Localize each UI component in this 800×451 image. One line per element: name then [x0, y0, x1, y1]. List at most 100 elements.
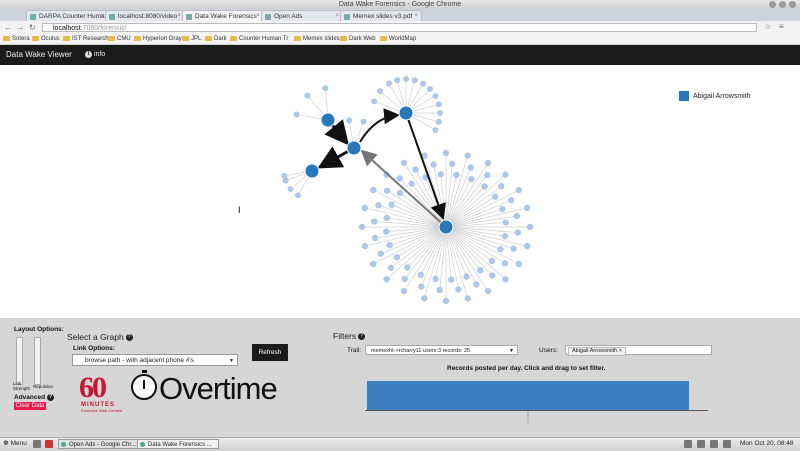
leaf-node — [515, 186, 522, 194]
bookmark-item[interactable]: Oculus — [32, 35, 60, 43]
graph-canvas[interactable] — [0, 65, 800, 318]
address-bar[interactable]: localhost:7080/forensic/ — [42, 23, 757, 32]
remove-tag-icon[interactable]: × — [619, 348, 622, 354]
forward-icon[interactable]: → — [16, 23, 24, 32]
leaf-node — [396, 175, 403, 182]
info-link[interactable]: info — [94, 51, 105, 58]
browser-tab[interactable]: Open Ads × — [261, 10, 343, 21]
star-icon[interactable]: ☆ — [764, 22, 771, 31]
taskbar-task-active[interactable]: Data Wake Forensics ... — [137, 439, 219, 449]
help-icon[interactable]: ? — [125, 334, 133, 342]
close-tab-icon[interactable]: × — [335, 11, 339, 21]
records-bar[interactable] — [367, 381, 689, 410]
close-icon[interactable] — [789, 1, 796, 8]
favicon-icon — [186, 14, 192, 20]
leaf-node — [515, 260, 522, 268]
bookmark-item[interactable]: Dark Web — [340, 35, 376, 43]
advanced-label[interactable]: Advanced? — [14, 394, 55, 401]
browser-tab[interactable]: DARPA Counter Huma × — [26, 10, 108, 21]
trail-select[interactable]: memexht->rcharry11 users:3 records: 25 ▼ — [365, 345, 518, 355]
close-tab-icon[interactable]: × — [177, 11, 181, 21]
layout-sliders — [14, 337, 41, 385]
leaf-node — [322, 85, 329, 92]
bookmark-label: IST Research — [72, 36, 109, 42]
folder-icon — [230, 36, 237, 41]
leaf-node — [387, 264, 395, 271]
leaf-node — [400, 159, 408, 167]
user-tag[interactable]: Abigail Arrowsmith × — [568, 347, 626, 356]
leaf-node — [287, 185, 294, 192]
leaf-node — [437, 171, 444, 178]
link-strength-label: Link Strength — [13, 381, 31, 391]
bookmark-label: JPL — [191, 36, 202, 42]
help-icon[interactable]: ? — [358, 333, 366, 341]
leaf-node — [408, 180, 415, 187]
tab-label: Open Ads — [274, 13, 303, 20]
maximize-icon[interactable] — [779, 1, 786, 8]
leaf-node — [383, 276, 390, 283]
leaf-node — [412, 166, 419, 173]
brush-handle[interactable] — [527, 411, 529, 423]
leaf-node — [464, 295, 471, 302]
close-tab-icon[interactable]: × — [256, 11, 260, 21]
app-header: Data Wake Viewer i info — [0, 45, 800, 65]
logo-number: 60 — [79, 371, 107, 404]
bookmark-item[interactable]: JPL — [182, 35, 201, 43]
taskbar-task[interactable]: Open Ads - Google Chr... — [58, 439, 138, 449]
link-options-select[interactable]: browse path - with adjacent phone #'s ▼ — [72, 354, 238, 366]
bookmark-item[interactable]: IST Research — [63, 35, 109, 43]
browser-tab[interactable]: localhost:8080/video × — [105, 10, 185, 21]
start-menu-label: Menu — [10, 440, 27, 447]
bookmark-item[interactable]: WorldMap — [380, 35, 416, 43]
terminal-icon[interactable] — [45, 440, 53, 448]
leaf-node — [417, 271, 424, 279]
bookmarks-bar: Sotera Oculus IST Research CMU Hyperion … — [0, 34, 800, 45]
reload-icon[interactable]: ↻ — [29, 23, 36, 32]
window-title: Data Wake Forensics - Google Chrome — [338, 1, 462, 8]
info-icon[interactable]: i — [85, 51, 92, 58]
help-icon[interactable]: ? — [47, 394, 55, 401]
start-menu[interactable]: ☸ Menu — [3, 439, 27, 449]
bluetooth-icon[interactable] — [697, 440, 705, 448]
browser-tab[interactable]: Memex slides v3.pdf × — [340, 10, 422, 21]
users-input[interactable]: Abigail Arrowsmith × — [565, 345, 712, 356]
back-icon[interactable]: ← — [4, 23, 12, 32]
bookmark-item[interactable]: Counter Human Tr — [230, 35, 288, 43]
menu-icon[interactable]: ≡ — [779, 22, 784, 31]
bookmark-label: Dark Web — [349, 36, 376, 42]
close-tab-icon[interactable]: × — [414, 11, 418, 21]
browser-tab-active[interactable]: Data Wake Forensics × — [182, 10, 264, 21]
graph-legend: Abigail Arrowsmith — [679, 91, 751, 101]
dropdown-caret-icon: ▼ — [509, 348, 514, 354]
bookmark-item[interactable]: Sotera — [3, 35, 30, 43]
favicon-icon — [109, 14, 115, 20]
leaf-node — [523, 242, 531, 250]
leaf-node — [404, 264, 411, 271]
bookmark-item[interactable]: Dark — [205, 35, 227, 43]
graph-node — [438, 219, 454, 235]
leaf-node — [375, 202, 382, 209]
leaf-node — [295, 192, 301, 199]
battery-icon[interactable] — [723, 440, 731, 448]
leaf-node — [502, 171, 509, 178]
repulsion-slider[interactable] — [34, 337, 41, 385]
leaf-node — [499, 205, 506, 213]
folder-icon — [205, 36, 212, 41]
leaf-node — [513, 212, 521, 220]
leaf-node — [293, 111, 300, 118]
link-strength-slider[interactable] — [16, 337, 23, 385]
bookmark-item[interactable]: Memex slides — [294, 35, 340, 43]
minimize-icon[interactable] — [769, 1, 776, 8]
bookmark-item[interactable]: CMU — [108, 35, 131, 43]
refresh-button[interactable]: Refresh — [252, 344, 288, 361]
records-chart-title: Records posted per day. Click and drag t… — [447, 365, 606, 372]
clear-data-button[interactable]: Clear Data — [14, 402, 46, 410]
tab-label: localhost:8080/video — [118, 13, 178, 20]
volume-icon[interactable] — [710, 440, 718, 448]
show-desktop-icon[interactable] — [33, 440, 41, 448]
bookmark-item[interactable]: Hyperion Gray — [134, 35, 182, 43]
close-tab-icon[interactable]: × — [100, 11, 104, 21]
network-graph[interactable] — [0, 65, 800, 318]
leaf-node — [418, 283, 425, 290]
network-icon[interactable] — [684, 440, 692, 448]
